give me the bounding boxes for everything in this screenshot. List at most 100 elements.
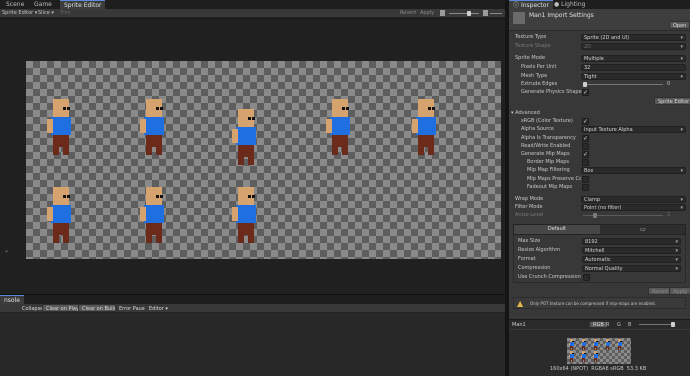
- mip-slider[interactable]: [490, 13, 502, 14]
- border-mip-maps-checkbox[interactable]: [582, 159, 589, 166]
- field-label: Resize Algorithm: [518, 247, 561, 253]
- generate-physics-shape-checkbox[interactable]: ✓: [582, 89, 589, 96]
- texture-shape-row: Texture Shape 2D: [509, 42, 690, 51]
- sprite-mode-dropdown[interactable]: Multiple: [581, 55, 686, 63]
- tab-standalone-platform[interactable]: ▭: [600, 225, 686, 234]
- slider-handle[interactable]: [583, 82, 587, 87]
- channel-g-button[interactable]: G: [617, 321, 621, 329]
- editor-dropdown[interactable]: Editor ▾: [145, 304, 172, 312]
- slider-handle[interactable]: [671, 322, 675, 327]
- character-sprite[interactable]: [617, 339, 622, 350]
- character-sprite[interactable]: [232, 187, 260, 247]
- wrap-mode-dropdown[interactable]: Clamp: [581, 196, 686, 204]
- texture-type-row: Texture Type Sprite (2D and UI): [509, 33, 690, 42]
- character-sprite[interactable]: [326, 99, 354, 159]
- tab-label: nsole: [4, 297, 20, 304]
- format-dropdown[interactable]: Automatic: [582, 256, 681, 264]
- slice-dropdown[interactable]: Slice ▾: [38, 10, 54, 17]
- mip-maps-preserve-checkbox[interactable]: [582, 176, 589, 183]
- fadeout-mip-maps-row: Fadeout Mip Maps: [509, 183, 690, 192]
- tab-inspector[interactable]: ⓘ Inspector: [509, 0, 553, 9]
- tab-label: Inspector: [520, 2, 549, 9]
- character-sprite[interactable]: [605, 339, 610, 350]
- aniso-level-value[interactable]: 2: [667, 211, 670, 220]
- max-size-dropdown[interactable]: 8192: [582, 238, 681, 246]
- character-sprite[interactable]: [593, 339, 598, 350]
- generate-mip-maps-checkbox[interactable]: ✓: [582, 151, 589, 158]
- collapse-arrow-icon[interactable]: ⌄: [4, 247, 9, 254]
- character-sprite[interactable]: [140, 99, 168, 159]
- texture-shape-dropdown[interactable]: 2D: [581, 43, 686, 51]
- extrude-edges-slider[interactable]: [583, 82, 663, 87]
- filter-mode-dropdown[interactable]: Point (no filter): [581, 204, 686, 212]
- srgb-checkbox[interactable]: ✓: [582, 118, 589, 125]
- revert-button[interactable]: Revert: [400, 10, 416, 17]
- character-sprite[interactable]: [593, 351, 598, 362]
- inspector-title: Man1 Import Settings: [529, 12, 594, 19]
- preview-mip-slider[interactable]: [639, 322, 675, 327]
- tab-lighting[interactable]: ● Lighting: [550, 0, 589, 9]
- character-sprite[interactable]: [47, 187, 75, 247]
- texture-asset-icon: [513, 12, 525, 24]
- open-button[interactable]: Open: [669, 21, 690, 29]
- alpha-source-dropdown[interactable]: Input Texture Alpha: [581, 126, 686, 134]
- field-label: Mip Map Filtering: [527, 167, 570, 173]
- alpha-source-row: Alpha Source Input Texture Alpha: [509, 125, 690, 134]
- texture-type-dropdown[interactable]: Sprite (2D and UI): [581, 34, 686, 42]
- character-sprite[interactable]: [581, 351, 586, 362]
- character-sprite[interactable]: [569, 351, 574, 362]
- character-sprite[interactable]: [232, 109, 260, 169]
- color-channel-icon[interactable]: [440, 10, 445, 16]
- zoom-slider[interactable]: [449, 11, 479, 16]
- character-sprite[interactable]: [140, 187, 168, 247]
- slider-handle[interactable]: [593, 213, 597, 218]
- compression-dropdown[interactable]: Normal Quality: [582, 265, 681, 273]
- warning-message: Only POT texture can be compressed if mi…: [530, 301, 656, 306]
- tab-sprite-editor[interactable]: Sprite Editor: [60, 0, 106, 9]
- tab-default-platform[interactable]: Default: [514, 225, 600, 234]
- alpha-transparency-checkbox[interactable]: ✓: [582, 135, 589, 142]
- aniso-level-slider[interactable]: [583, 213, 663, 218]
- character-sprite[interactable]: [412, 99, 440, 159]
- sprite-editor-mode-dropdown[interactable]: Sprite Editor ▾: [2, 10, 37, 17]
- monitor-icon: ▭: [640, 226, 646, 233]
- fadeout-mip-maps-checkbox[interactable]: [582, 184, 589, 191]
- channel-rgb-button[interactable]: RGB: [589, 321, 608, 328]
- pixels-per-unit-input[interactable]: 32: [581, 64, 686, 71]
- mesh-type-dropdown[interactable]: Tight: [581, 73, 686, 81]
- character-sprite[interactable]: [47, 99, 75, 159]
- format-row: Format Automatic: [514, 255, 685, 264]
- channel-r-button[interactable]: R: [606, 321, 609, 329]
- field-label: Compression: [518, 265, 551, 271]
- channel-b-button[interactable]: B: [628, 321, 631, 329]
- tab-game[interactable]: Game: [30, 0, 56, 9]
- mip-level-icon[interactable]: [483, 10, 488, 16]
- tab-label: Sprite Editor: [64, 2, 102, 9]
- use-crunch-checkbox[interactable]: [583, 274, 590, 281]
- resize-algorithm-dropdown[interactable]: Mitchell: [582, 247, 681, 255]
- tab-console[interactable]: nsole: [0, 295, 24, 304]
- inspector-apply-button[interactable]: Apply: [669, 287, 690, 295]
- zoom-slider-handle[interactable]: [467, 11, 471, 16]
- apply-button[interactable]: Apply: [420, 10, 434, 17]
- field-label: Max Size: [518, 238, 541, 244]
- read-write-checkbox[interactable]: [582, 143, 589, 150]
- tab-scene[interactable]: Scene: [2, 0, 28, 9]
- mip-map-filtering-dropdown[interactable]: Box: [581, 167, 686, 175]
- field-label: Use Crunch Compression: [518, 274, 581, 280]
- sprite-editor-canvas[interactable]: ⌄: [0, 19, 505, 294]
- character-sprite[interactable]: [581, 339, 586, 350]
- field-label: Format: [518, 256, 536, 262]
- field-label: Pixels Per Unit: [521, 64, 557, 70]
- max-size-row: Max Size 8192: [514, 237, 685, 246]
- clear-on-play-button[interactable]: Clear on Play: [42, 304, 83, 312]
- character-sprite[interactable]: [569, 339, 574, 350]
- field-label: Texture Type: [515, 34, 547, 40]
- trim-button[interactable]: Trim: [60, 10, 71, 17]
- field-label: Generate Physics Shape: [521, 89, 582, 95]
- resize-algorithm-row: Resize Algorithm Mitchell: [514, 246, 685, 255]
- sprite-mode-row: Sprite Mode Multiple: [509, 54, 690, 63]
- use-crunch-row: Use Crunch Compression: [514, 273, 685, 282]
- sprite-editor-button[interactable]: Sprite Editor: [654, 97, 690, 105]
- field-label: Texture Shape: [515, 43, 551, 49]
